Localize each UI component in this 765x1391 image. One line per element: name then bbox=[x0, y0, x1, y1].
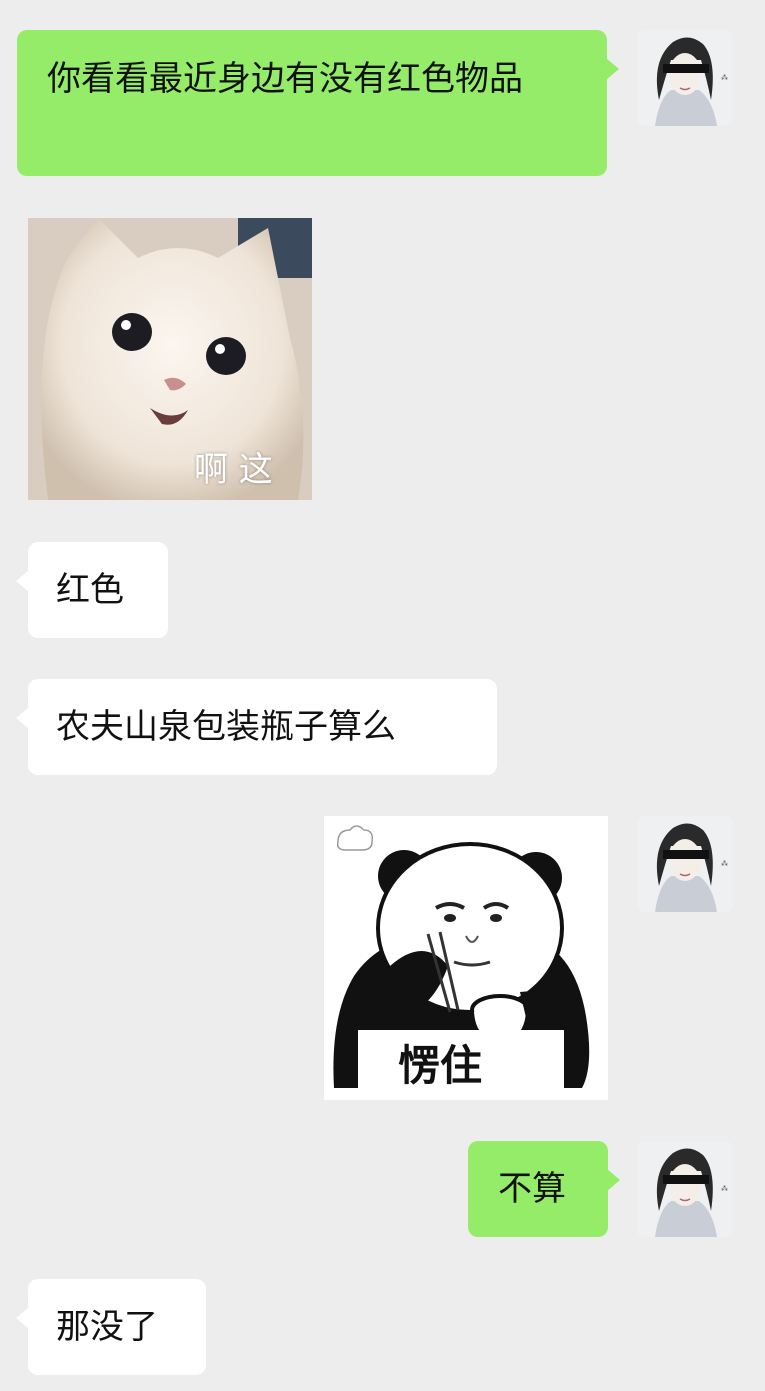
chat-conversation: 你看看最近身边有没有红色物品 ⁂ 啊 这 红色 农夫山泉包装瓶子算么 愣住 ⁂ … bbox=[0, 0, 765, 1391]
message-row: 红色 bbox=[0, 542, 765, 638]
my-avatar[interactable]: ⁂ bbox=[637, 1141, 733, 1237]
svg-text:⁂: ⁂ bbox=[721, 1185, 728, 1193]
message-text: 你看看最近身边有没有红色物品 bbox=[47, 59, 523, 99]
message-row: 那没了 bbox=[0, 1279, 765, 1375]
sticker-caption: 啊 这 bbox=[194, 450, 273, 490]
message-text: 那没了 bbox=[56, 1307, 158, 1347]
message-bubble-received[interactable]: 红色 bbox=[16, 542, 168, 638]
avatar-girl-icon: ⁂ bbox=[637, 816, 733, 912]
kitten-sticker[interactable]: 啊 这 bbox=[28, 218, 312, 500]
avatar-girl-icon: ⁂ bbox=[637, 1141, 733, 1237]
message-text: 不算 bbox=[498, 1169, 566, 1209]
sticker-caption: 愣住 bbox=[398, 1041, 483, 1090]
message-row: 啊 这 bbox=[0, 218, 765, 502]
message-row: 不算 ⁂ bbox=[0, 1141, 765, 1237]
my-avatar[interactable]: ⁂ bbox=[637, 816, 733, 912]
panda-sticker[interactable]: 愣住 bbox=[324, 816, 608, 1100]
message-row: 农夫山泉包装瓶子算么 bbox=[0, 679, 765, 775]
message-bubble-sent[interactable]: 你看看最近身边有没有红色物品 bbox=[17, 30, 619, 176]
message-bubble-sent[interactable]: 不算 bbox=[468, 1141, 620, 1237]
svg-text:⁂: ⁂ bbox=[721, 860, 728, 868]
message-text: 红色 bbox=[56, 570, 124, 610]
avatar-girl-icon: ⁂ bbox=[637, 30, 733, 126]
message-text: 农夫山泉包装瓶子算么 bbox=[56, 707, 396, 747]
message-bubble-received[interactable]: 那没了 bbox=[16, 1279, 206, 1375]
message-row: 你看看最近身边有没有红色物品 ⁂ bbox=[0, 30, 765, 180]
svg-text:⁂: ⁂ bbox=[721, 74, 728, 82]
message-row: 愣住 ⁂ bbox=[0, 816, 765, 1102]
message-bubble-received[interactable]: 农夫山泉包装瓶子算么 bbox=[16, 679, 497, 775]
my-avatar[interactable]: ⁂ bbox=[637, 30, 733, 126]
